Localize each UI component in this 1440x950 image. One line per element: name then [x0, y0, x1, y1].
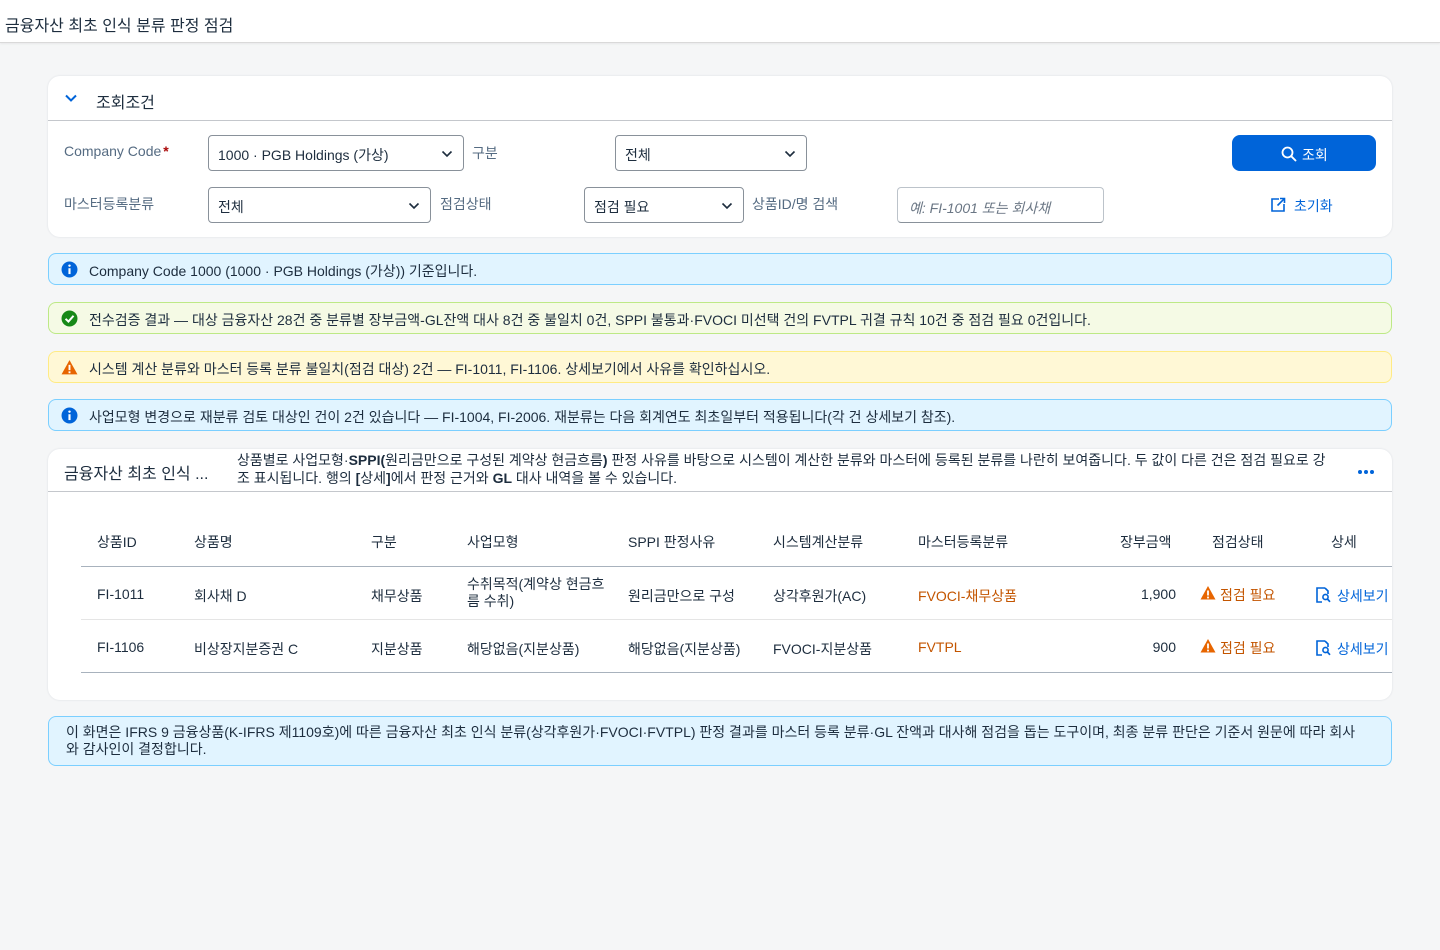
- message-strip-info: Company Code 1000 (1000 · PGB Holdings (…: [48, 253, 1392, 285]
- column-header[interactable]: SPPI 판정사유: [628, 532, 715, 552]
- reset-button-label: 초기화: [1294, 198, 1333, 214]
- cell-sppi-reason: 원리금만으로 구성: [628, 588, 735, 604]
- cell-system-class: FVOCI-지분상품: [773, 641, 872, 657]
- table-description: 상품별로 사업모형·SPPI(원리금만으로 구성된 계약상 현금흐름) 판정 사…: [237, 452, 1326, 486]
- filter-panel: 조회조건 Company Code * 1000 · PGB Holdings (…: [48, 76, 1392, 237]
- status-value: 점검 필요: [594, 199, 650, 215]
- company-code-select[interactable]: 1000 · PGB Holdings (가상): [208, 135, 464, 171]
- column-header[interactable]: 마스터등록분류: [918, 532, 1008, 552]
- warning-triangle-icon: [1200, 639, 1216, 653]
- message-strip-warning: 시스템 계산 분류와 마스터 등록 분류 불일치(점검 대상) 2건 — FI-…: [48, 351, 1392, 383]
- overflow-more-icon[interactable]: [1356, 461, 1376, 481]
- master-class-label: 마스터등록분류: [64, 196, 155, 212]
- chevron-down-icon: [441, 150, 453, 158]
- column-header[interactable]: 상품ID: [97, 532, 137, 552]
- company-code-label: Company Code *: [64, 143, 169, 159]
- message-text: 전수검증 결과 — 대상 금융자산 28건 중 분류별 장부금액-GL잔액 대사…: [89, 312, 1091, 328]
- category-select[interactable]: 전체: [615, 135, 807, 171]
- company-code-value: 1000 · PGB Holdings (가상): [218, 147, 389, 163]
- chevron-down-icon: [784, 150, 796, 158]
- search-button-label: 조회: [1302, 147, 1328, 163]
- table-title: 금융자산 최초 인식 ...: [64, 466, 209, 483]
- table-row[interactable]: FI-1106 비상장지분증권 C 지분상품 해당없음(지분상품) 해당없음(지…: [81, 620, 1392, 673]
- column-header[interactable]: 상품명: [194, 532, 233, 552]
- column-header[interactable]: 점검상태: [1212, 532, 1264, 552]
- cell-system-class: 상각후원가(AC): [773, 588, 867, 604]
- disclaimer-note: 이 화면은 IFRS 9 금융상품(K-IFRS 제1109호)에 따른 금융자…: [48, 716, 1392, 766]
- disclaimer-text: 이 화면은 IFRS 9 금융상품(K-IFRS 제1109호)에 따른 금융자…: [66, 724, 1356, 757]
- cell-category: 채무상품: [371, 588, 423, 604]
- table-row[interactable]: FI-1011 회사채 D 채무상품 수취목적(계약상 현금흐름 수취) 원리금…: [81, 567, 1392, 620]
- table-card: 금융자산 최초 인식 ... 상품별로 사업모형·SPPI(원리금만으로 구성된…: [48, 449, 1392, 700]
- chevron-down-icon: [408, 202, 420, 210]
- reset-icon: [1271, 197, 1286, 212]
- column-header[interactable]: 사업모형: [467, 532, 519, 552]
- column-header[interactable]: 시스템계산분류: [773, 532, 863, 552]
- cell-product-id: FI-1106: [97, 639, 145, 655]
- status-label: 점검상태: [440, 196, 492, 212]
- check-circle-icon: [61, 310, 78, 327]
- search-button[interactable]: 조회: [1232, 135, 1376, 171]
- warning-triangle-icon: [61, 360, 78, 375]
- message-text: 사업모형 변경으로 재분류 검토 대상인 건이 2건 있습니다 — FI-100…: [89, 409, 956, 425]
- column-header[interactable]: 상세: [1331, 532, 1357, 552]
- category-label: 구분: [472, 145, 498, 161]
- message-strip-info: 사업모형 변경으로 재분류 검토 대상인 건이 2건 있습니다 — FI-100…: [48, 399, 1392, 431]
- filter-title: 조회조건: [96, 95, 155, 112]
- cell-sppi-reason: 해당없음(지분상품): [628, 641, 741, 657]
- table-toolbar: 금융자산 최초 인식 ... 상품별로 사업모형·SPPI(원리금만으로 구성된…: [48, 449, 1392, 492]
- warning-triangle-icon: [1200, 586, 1216, 600]
- detail-view-icon: [1316, 640, 1331, 656]
- cell-amount: 1,900: [1140, 586, 1176, 602]
- cell-product-name: 회사채 D: [194, 588, 247, 604]
- classification-table: 상품ID 상품명 구분 사업모형 SPPI 판정사유 시스템계산분류 마스터등록…: [81, 519, 1392, 674]
- master-class-value: 전체: [218, 199, 244, 215]
- detail-link-label: 상세보기: [1337, 641, 1389, 657]
- app-title: 금융자산 최초 인식 분류 판정 점검: [5, 18, 234, 35]
- category-value: 전체: [625, 147, 651, 163]
- message-text: 시스템 계산 분류와 마스터 등록 분류 불일치(점검 대상) 2건 — FI-…: [89, 361, 771, 377]
- column-header[interactable]: 장부금액: [1120, 532, 1172, 552]
- required-mark: *: [163, 143, 169, 159]
- cell-business-model: 수취목적(계약상 현금흐름 수취): [467, 576, 605, 609]
- detail-view-icon: [1316, 587, 1331, 603]
- search-input[interactable]: 예: FI-1001 또는 회사채: [897, 187, 1104, 223]
- message-text: Company Code 1000 (1000 · PGB Holdings (…: [89, 263, 478, 279]
- chevron-down-icon[interactable]: [64, 91, 78, 105]
- info-icon: [61, 261, 78, 278]
- cell-business-model: 해당없음(지분상품): [467, 641, 580, 657]
- cell-master-class: FVOCI-채무상품: [918, 588, 1017, 604]
- filter-header[interactable]: 조회조건: [48, 76, 1392, 121]
- status-text: 점검 필요: [1220, 587, 1276, 603]
- shell-bar: 금융자산 최초 인식 분류 판정 점검: [0, 0, 1440, 43]
- message-strip-success: 전수검증 결과 — 대상 금융자산 28건 중 분류별 장부금액-GL잔액 대사…: [48, 302, 1392, 334]
- master-class-select[interactable]: 전체: [208, 187, 431, 223]
- cell-category: 지분상품: [371, 641, 423, 657]
- column-header[interactable]: 구분: [371, 532, 397, 552]
- search-icon: [1281, 146, 1297, 162]
- cell-amount: 900: [1152, 639, 1176, 655]
- status-text: 점검 필요: [1220, 640, 1276, 656]
- info-icon: [61, 407, 78, 424]
- status-select[interactable]: 점검 필요: [584, 187, 744, 223]
- cell-product-name: 비상장지분증권 C: [194, 641, 299, 657]
- detail-link-label: 상세보기: [1337, 588, 1389, 604]
- chevron-down-icon: [721, 202, 733, 210]
- search-label: 상품ID/명 검색: [752, 196, 839, 212]
- table-header-row: 상품ID 상품명 구분 사업모형 SPPI 판정사유 시스템계산분류 마스터등록…: [81, 519, 1392, 567]
- search-placeholder: 예: FI-1001 또는 회사채: [909, 200, 1051, 216]
- cell-master-class: FVTPL: [918, 639, 962, 655]
- cell-product-id: FI-1011: [97, 586, 145, 602]
